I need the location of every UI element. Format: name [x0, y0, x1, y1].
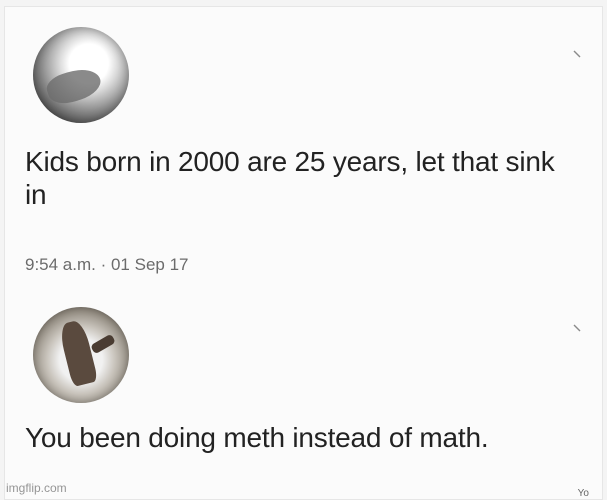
- screenshot-frame: Kids born in 2000 are 25 years, let that…: [4, 6, 603, 500]
- chevron-down-icon[interactable]: [572, 49, 582, 59]
- post-reply: You been doing meth instead of math.: [5, 297, 602, 499]
- avatar[interactable]: [33, 27, 129, 123]
- post-timestamp[interactable]: 9:54 a.m. · 01 Sep 17: [25, 255, 189, 275]
- post-original: Kids born in 2000 are 25 years, let that…: [5, 19, 602, 289]
- avatar[interactable]: [33, 307, 129, 403]
- post-text: Kids born in 2000 are 25 years, let that…: [25, 146, 555, 210]
- watermark: imgflip.com: [6, 481, 67, 495]
- corner-mark: Yo: [577, 488, 589, 499]
- post-text: You been doing meth instead of math.: [25, 422, 489, 453]
- chevron-down-icon[interactable]: [572, 323, 582, 333]
